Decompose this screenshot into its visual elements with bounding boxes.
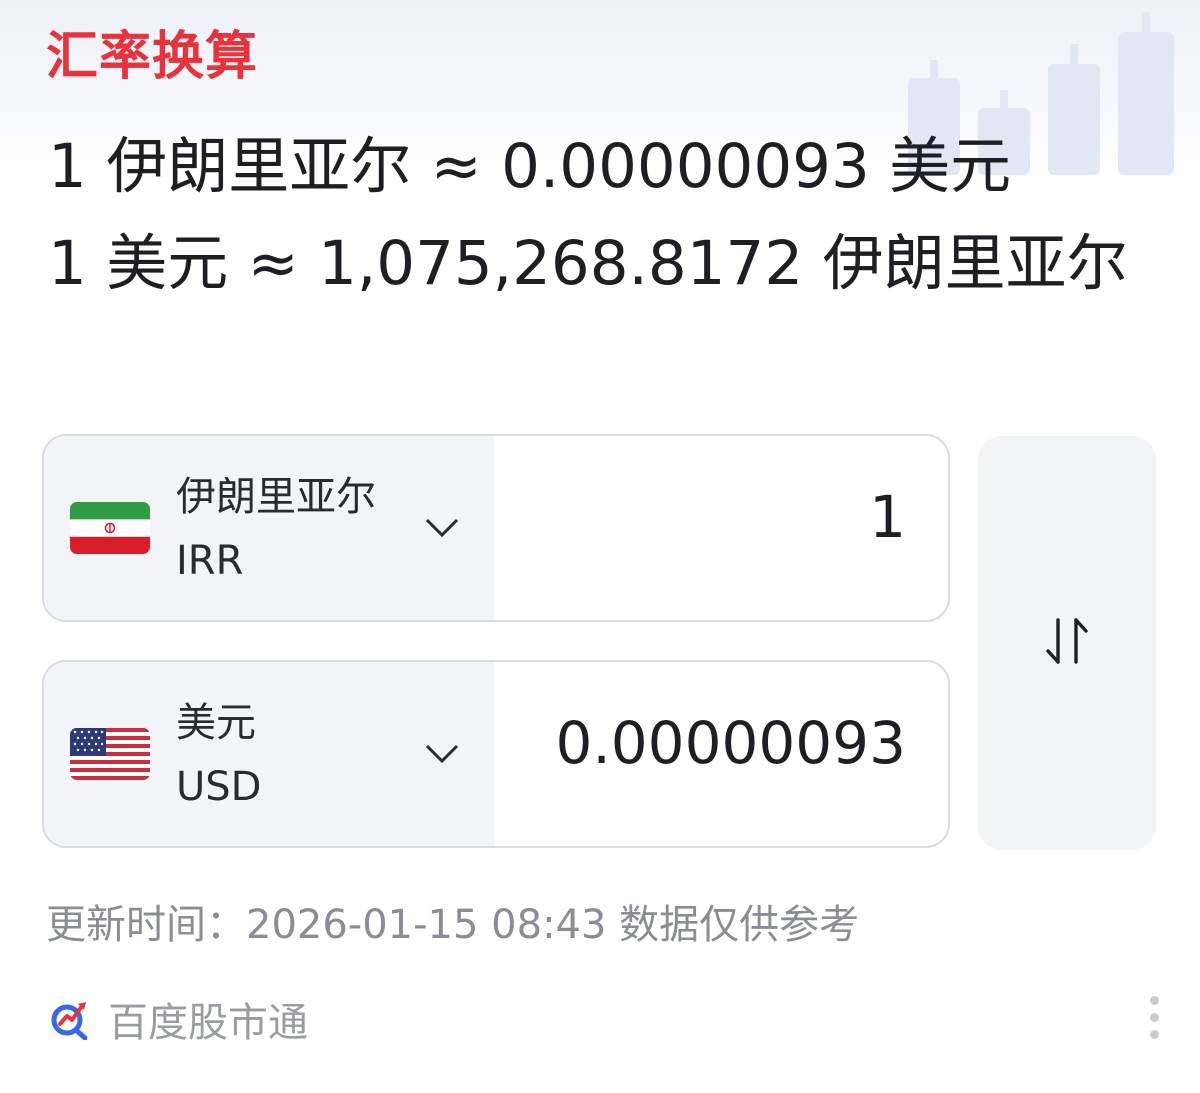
chevron-down-icon: [425, 518, 459, 538]
to-currency-code: USD: [176, 764, 262, 810]
to-currency-name: 美元: [176, 700, 256, 746]
page-title: 汇率换算: [46, 27, 259, 87]
to-currency-selector[interactable]: 美元 USD: [44, 662, 494, 846]
more-vertical-icon[interactable]: [1142, 996, 1166, 1040]
rate-line-forward: 1 伊朗里亚尔 ≈ 0.00000093 美元: [48, 131, 1012, 202]
from-currency-selector[interactable]: 伊朗里亚尔 IRR: [44, 436, 494, 620]
from-currency-row: 伊朗里亚尔 IRR: [42, 434, 950, 622]
brand-link[interactable]: 百度股市通: [48, 994, 308, 1046]
baidu-stock-logo-icon: [51, 1002, 88, 1040]
chevron-down-icon: [425, 744, 459, 764]
to-currency-row: 美元 USD: [42, 660, 950, 848]
us-flag-icon: [70, 728, 150, 780]
swap-button[interactable]: [978, 436, 1156, 850]
swap-arrows-icon: [1046, 618, 1088, 664]
update-time-note: 更新时间：2026-01-15 08:43 数据仅供参考: [46, 902, 860, 948]
to-amount-input[interactable]: [524, 708, 908, 778]
rate-line-reverse: 1 美元 ≈ 1,075,268.8172 伊朗里亚尔: [48, 228, 1128, 299]
brand-name: 百度股市通: [108, 1000, 308, 1046]
from-currency-code: IRR: [176, 538, 244, 584]
iran-flag-icon: [70, 502, 150, 554]
from-amount-input[interactable]: [524, 482, 908, 552]
from-currency-name: 伊朗里亚尔: [176, 474, 376, 520]
